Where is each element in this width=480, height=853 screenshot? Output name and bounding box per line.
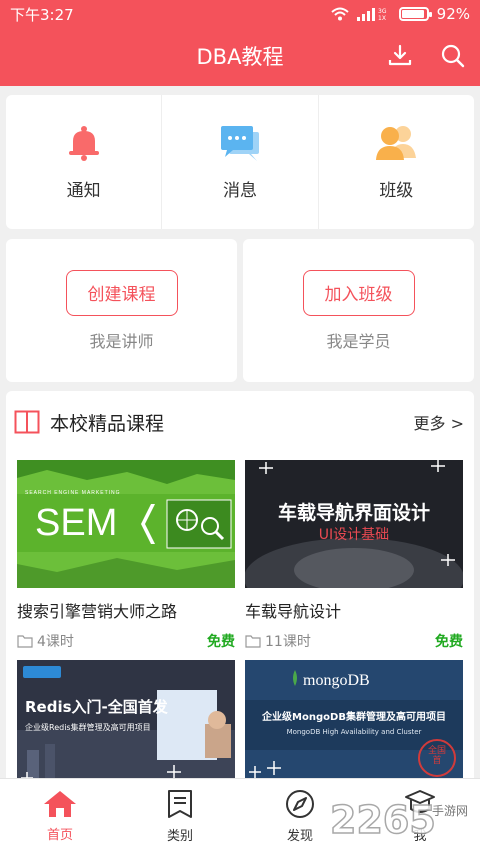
nav-label: 发现 — [286, 828, 313, 844]
home-icon — [44, 790, 76, 817]
battery-percent: 92% — [436, 5, 470, 23]
role-subtitle: 我是学员 — [326, 331, 391, 351]
bell-icon — [68, 125, 99, 161]
teacher-card: 创建课程 我是讲师 — [6, 239, 237, 382]
create-course-button[interactable]: 创建课程 — [65, 269, 178, 316]
featured-courses: 本校精品课程 更多 > SEARCH ENGINE MARKETING SEM — [6, 391, 474, 791]
role-subtitle: 我是讲师 — [89, 331, 154, 351]
nav-category[interactable]: 类别 — [120, 779, 240, 853]
join-class-button[interactable]: 加入班级 — [302, 269, 415, 316]
compass-icon — [286, 789, 314, 818]
quick-item-notice[interactable]: 通知 — [6, 95, 163, 229]
wifi-icon — [330, 7, 349, 21]
course-thumbnail: 车载导航界面设计 UI设计基础 — [245, 460, 463, 588]
watermark-number: 2265 — [329, 797, 436, 843]
banner-text: MongoDB High Availability and Cluster — [286, 728, 422, 736]
course-thumbnail: Redis入门-全国首发 企业级Redis集群管理及高可用项目 — [17, 660, 235, 788]
nav-label: 首页 — [46, 827, 73, 843]
nav-label: 类别 — [166, 828, 193, 844]
status-time: 下午3:27 — [10, 5, 74, 24]
battery-icon — [398, 7, 432, 21]
watermark: 2265 手游网 — [329, 797, 480, 848]
chat-icon — [220, 125, 259, 161]
nav-home[interactable]: 首页 — [0, 779, 120, 853]
svg-text:1X: 1X — [378, 15, 386, 21]
svg-text:3G: 3G — [378, 8, 387, 15]
banner-text: UI设计基础 — [318, 527, 390, 543]
course-title: 车载导航设计 — [245, 602, 342, 621]
course-thumbnail: SEARCH ENGINE MARKETING SEM — [17, 460, 235, 588]
search-icon — [441, 44, 465, 68]
page-title: DBA教程 — [196, 45, 284, 69]
lesson-count: 4课时 — [37, 634, 74, 650]
course-card[interactable]: 车载导航界面设计 UI设计基础 车载导航设计 11课时 免费 — [245, 460, 463, 650]
status-bar: 下午3:27 3G 1X 92% — [0, 0, 480, 28]
search-button[interactable] — [437, 40, 469, 72]
banner-text: 企业级Redis集群管理及高可用项目 — [25, 723, 151, 732]
quick-label: 班级 — [379, 180, 414, 201]
quick-actions: 通知 消息 班级 — [6, 95, 474, 229]
folder-icon — [17, 635, 33, 648]
price-badge: 免费 — [207, 634, 235, 650]
app-header: 下午3:27 3G 1X 92% DBA教程 — [0, 0, 480, 86]
signal-icon: 3G 1X — [356, 8, 387, 21]
stamp-text: 全国首 — [427, 746, 446, 766]
banner-text: Redis入门-全国首发 — [25, 698, 168, 716]
banner-text: 企业级MongoDB集群管理及高可用项目 — [262, 712, 446, 723]
folder-icon — [245, 635, 261, 648]
watermark-sub: 手游网 — [432, 804, 469, 818]
course-card[interactable]: Redis入门-全国首发 企业级Redis集群管理及高可用项目 — [17, 660, 235, 788]
list-icon — [168, 789, 192, 818]
users-icon — [376, 125, 417, 160]
banner-text: 车载导航界面设计 — [277, 502, 430, 524]
section-title: 本校精品课程 — [50, 412, 165, 435]
course-card[interactable]: SEARCH ENGINE MARKETING SEM 搜索引擎营销大师之路 4… — [17, 460, 235, 650]
course-card[interactable]: mongoDB 企业级MongoDB集群管理及高可用项目 MongoDB Hig… — [245, 660, 463, 788]
banner-text: SEARCH ENGINE MARKETING — [25, 490, 121, 496]
more-link[interactable]: 更多 > — [414, 410, 465, 434]
student-card: 加入班级 我是学员 — [243, 239, 474, 382]
banner-logo: mongoDB — [303, 672, 370, 689]
download-icon — [388, 44, 412, 66]
download-button[interactable] — [384, 40, 416, 72]
quick-label: 通知 — [66, 180, 101, 201]
price-badge: 免费 — [435, 634, 463, 650]
lesson-count: 11课时 — [265, 634, 311, 650]
course-thumbnail: mongoDB 企业级MongoDB集群管理及高可用项目 MongoDB Hig… — [245, 660, 463, 788]
quick-item-message[interactable]: 消息 — [162, 95, 319, 229]
course-title: 搜索引擎营销大师之路 — [17, 602, 178, 621]
quick-label: 消息 — [222, 180, 257, 201]
quick-item-class[interactable]: 班级 — [319, 95, 474, 229]
banner-text: SEM — [35, 502, 118, 544]
book-icon — [14, 410, 40, 434]
